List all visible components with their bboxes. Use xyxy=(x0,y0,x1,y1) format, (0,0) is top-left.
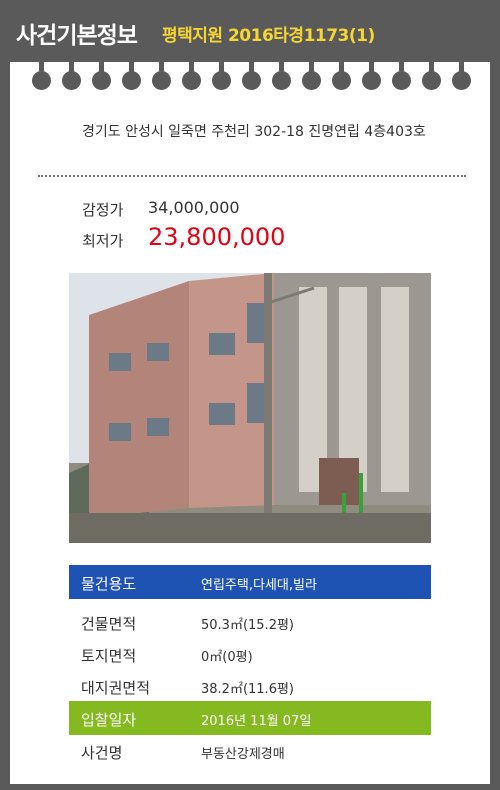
binder-ring-icon xyxy=(362,62,381,92)
land-area-value: 0㎡(0평) xyxy=(201,650,253,665)
binder-ring-icon xyxy=(452,62,471,92)
binder-ring-icon xyxy=(422,62,441,92)
binder-ring-icon xyxy=(272,62,291,92)
info-card: 경기도 안성시 일죽면 주천리 302-18 진명연립 4층403호 감정가 3… xyxy=(10,62,490,784)
dotted-divider xyxy=(38,175,466,177)
case-name-value: 부동산강제경매 xyxy=(201,747,285,762)
binder-ring-icon xyxy=(62,62,81,92)
binder-rings xyxy=(10,62,490,96)
minimum-price-label: 최저가 xyxy=(82,232,124,250)
usage-value: 연립주택,다세대,빌라 xyxy=(201,578,317,593)
appraisal-label: 감정가 xyxy=(82,201,124,219)
binder-ring-icon xyxy=(182,62,201,92)
appraisal-value: 34,000,000 xyxy=(148,198,240,217)
case-name-label: 사건명 xyxy=(81,744,123,762)
land-right-area-value: 38.2㎡(11.6평) xyxy=(201,682,294,697)
binder-ring-icon xyxy=(32,62,51,92)
building-photo[interactable] xyxy=(69,273,431,543)
land-right-area-label: 대지권면적 xyxy=(81,679,151,697)
bid-date-value: 2016년 11월 07일 xyxy=(201,714,312,729)
binder-ring-icon xyxy=(212,62,231,92)
binder-ring-icon xyxy=(392,62,411,92)
binder-ring-icon xyxy=(302,62,321,92)
bid-date-label: 입찰일자 xyxy=(81,711,137,729)
minimum-price-value: 23,800,000 xyxy=(148,223,286,251)
binder-ring-icon xyxy=(152,62,171,92)
building-area-label: 건물면적 xyxy=(81,615,137,633)
usage-row: 물건용도 연립주택,다세대,빌라 xyxy=(69,565,431,599)
case-number: 평택지원 2016타경1173(1) xyxy=(162,26,375,46)
binder-ring-icon xyxy=(122,62,141,92)
binder-ring-icon xyxy=(242,62,261,92)
page-title: 사건기본정보 xyxy=(16,23,138,49)
property-address: 경기도 안성시 일죽면 주천리 302-18 진명연립 4층403호 xyxy=(82,124,426,140)
land-area-row: 토지면적 0㎡(0평) xyxy=(69,637,431,671)
bid-date-row: 입찰일자 2016년 11월 07일 xyxy=(69,701,431,735)
case-name-row: 사건명 부동산강제경매 xyxy=(69,734,431,768)
land-right-area-row: 대지권면적 38.2㎡(11.6평) xyxy=(69,669,431,703)
usage-label: 물건용도 xyxy=(81,575,137,593)
binder-ring-icon xyxy=(332,62,351,92)
building-area-row: 건물면적 50.3㎡(15.2평) xyxy=(69,605,431,639)
building-area-value: 50.3㎡(15.2평) xyxy=(201,618,294,633)
land-area-label: 토지면적 xyxy=(81,647,137,665)
binder-ring-icon xyxy=(92,62,111,92)
header: 사건기본정보 평택지원 2016타경1173(1) xyxy=(0,0,500,62)
